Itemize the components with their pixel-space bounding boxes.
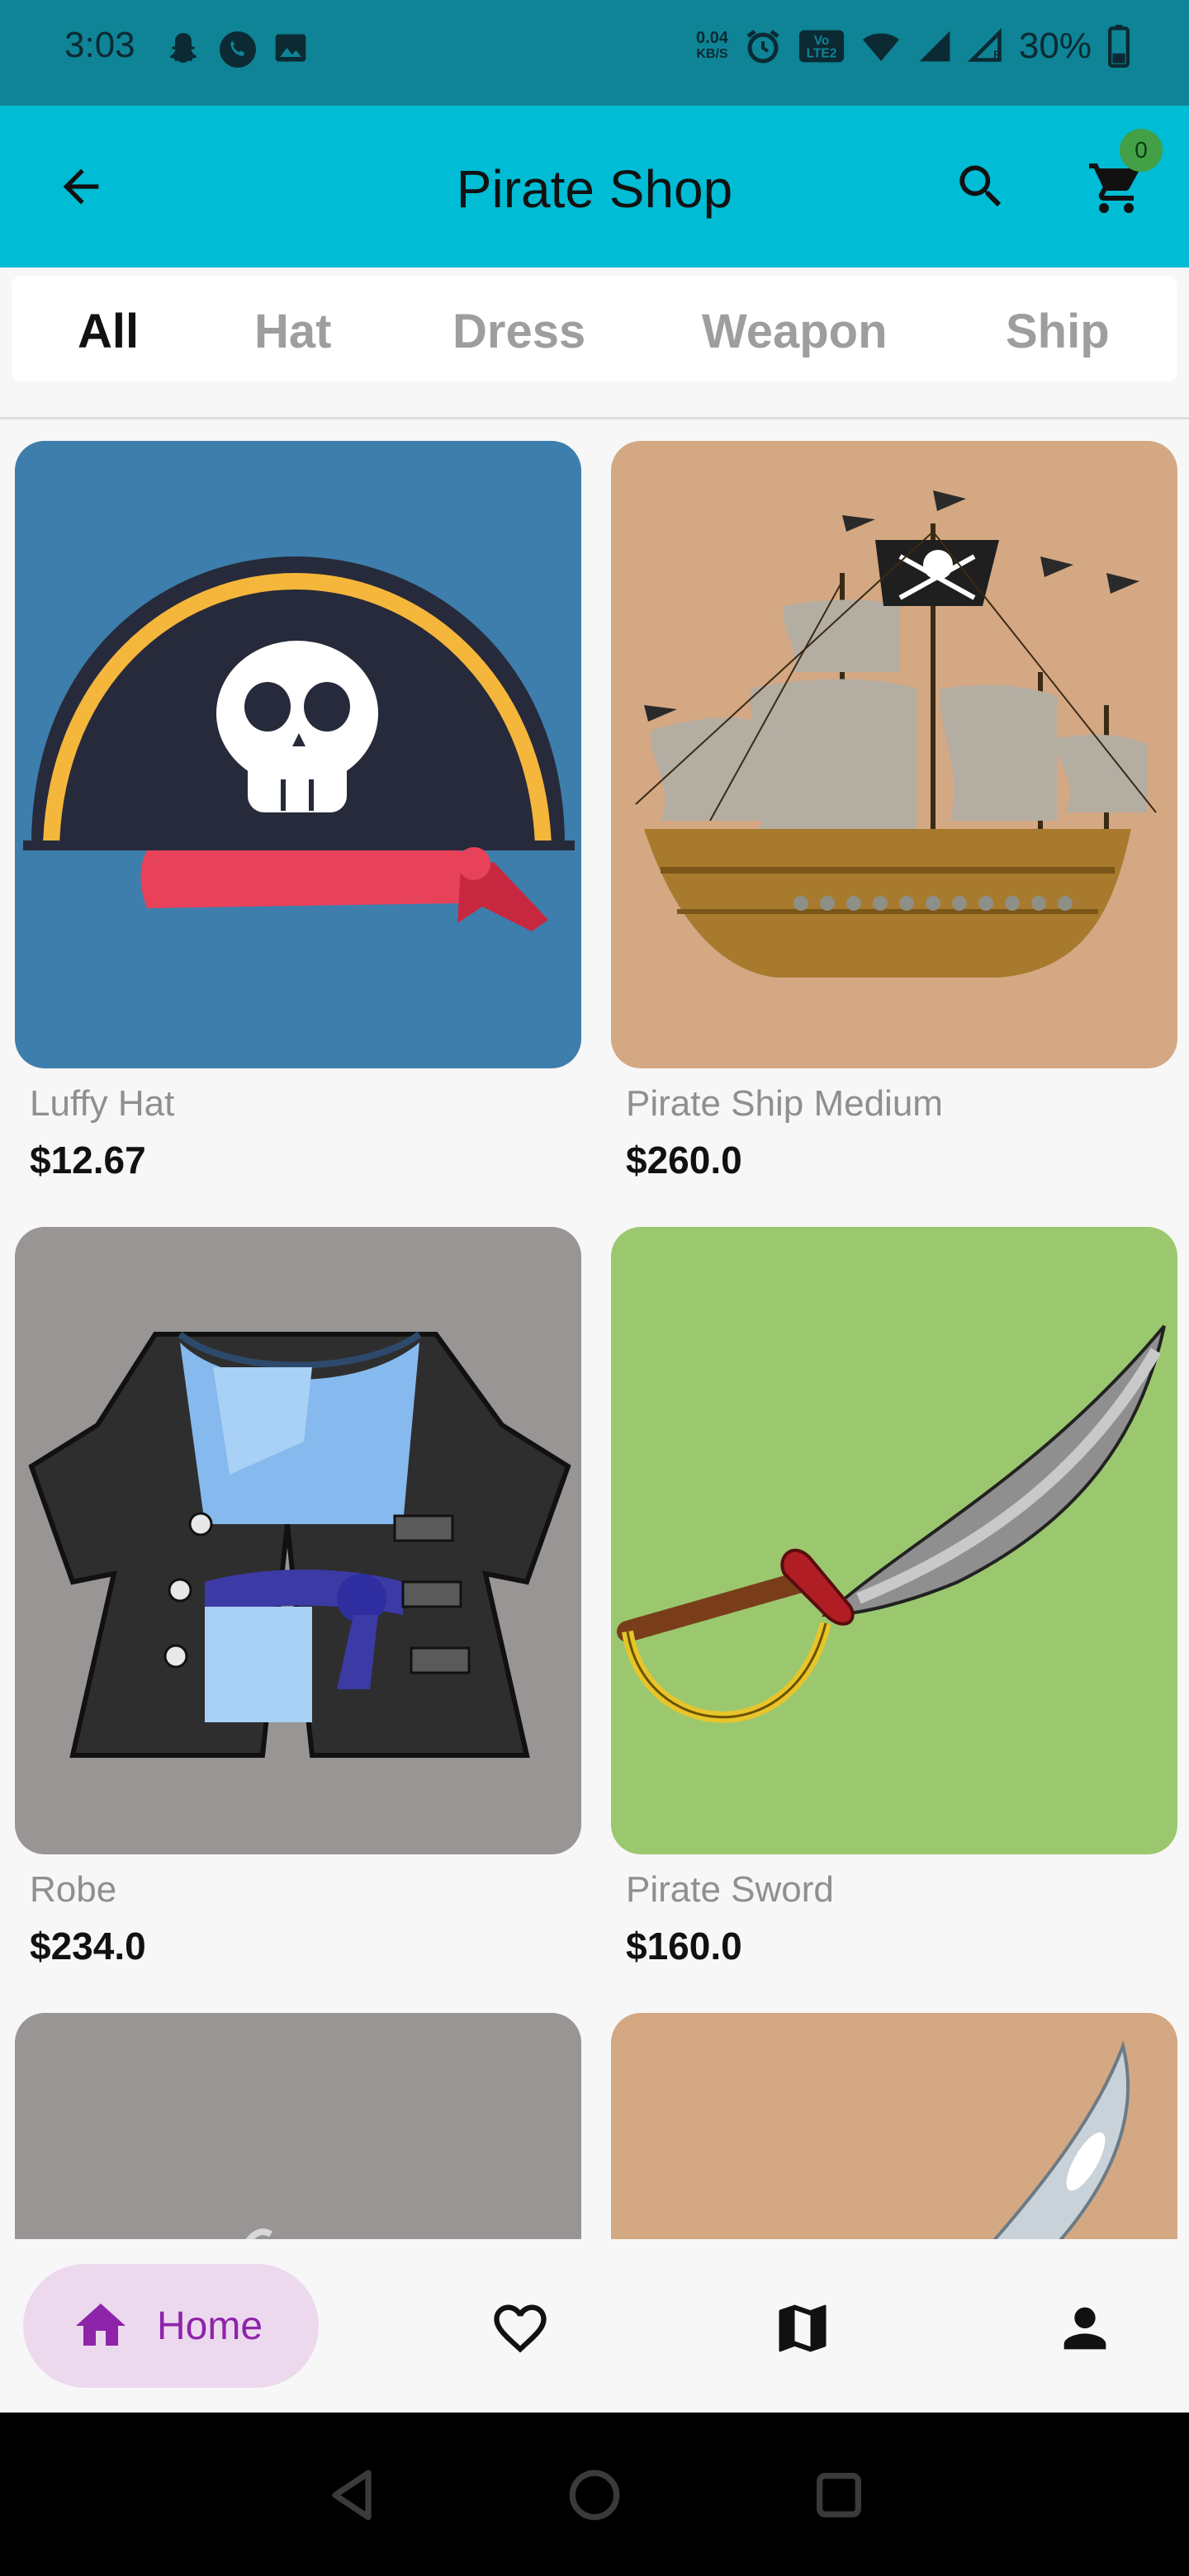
wifi-icon xyxy=(862,33,899,61)
partial-item-icon xyxy=(245,2228,273,2239)
image-icon xyxy=(275,34,306,62)
pirate-hat-icon xyxy=(23,556,575,931)
triangle-back-icon[interactable] xyxy=(319,2462,385,2528)
product-card[interactable] xyxy=(15,2013,581,2239)
nav-home[interactable]: Home xyxy=(23,2264,319,2388)
product-card[interactable] xyxy=(611,2013,1177,2239)
map-icon xyxy=(779,2304,827,2352)
bottom-navigation: Home xyxy=(0,2239,1189,2413)
system-navigation-bar xyxy=(0,2413,1189,2576)
battery-icon xyxy=(1108,25,1130,68)
tab-bar: All Hat Dress Weapon Ship xyxy=(12,276,1177,381)
pirate-coat-image xyxy=(15,1227,581,1854)
partial-blade-icon xyxy=(992,2040,1130,2239)
battery-percent: 30% xyxy=(1018,26,1092,66)
status-right: 0.04 KB/S Vo LTE2 R 30% xyxy=(696,25,1131,68)
pirate-ship-icon xyxy=(635,490,1157,978)
product-card[interactable]: Robe $234.0 xyxy=(15,1227,581,1968)
pirate-ship-image xyxy=(611,441,1177,1068)
heart-icon xyxy=(494,2304,547,2353)
product-name: Luffy Hat xyxy=(30,1083,175,1124)
pirate-sword-icon xyxy=(617,1324,1166,1723)
product-price: $12.67 xyxy=(30,1139,146,1181)
category-tabs: All Hat Dress Weapon Ship xyxy=(0,268,1189,419)
signal-r-icon: R xyxy=(967,27,1002,62)
circle-home-icon[interactable] xyxy=(561,2462,628,2528)
pirate-sword-image xyxy=(611,1227,1177,1854)
nav-profile[interactable] xyxy=(1054,2297,1116,2360)
net-speed: 0.04 KB/S xyxy=(695,29,728,61)
product-price: $160.0 xyxy=(626,1925,742,1968)
product-price: $234.0 xyxy=(30,1925,146,1968)
product-card[interactable]: Pirate Ship Medium $260.0 xyxy=(611,441,1177,1182)
signal-icon xyxy=(919,31,950,62)
tab-hat[interactable]: Hat xyxy=(254,304,331,359)
notification-icons xyxy=(163,30,309,69)
svg-text:LTE2: LTE2 xyxy=(807,47,837,61)
person-icon xyxy=(1063,2307,1106,2350)
product-name: Pirate Sword xyxy=(626,1869,834,1910)
status-time: 3:03 xyxy=(64,25,135,65)
product-price: $260.0 xyxy=(626,1139,742,1181)
partial-item-image xyxy=(15,2013,581,2239)
phone-icon xyxy=(220,31,256,68)
volte-icon: VoLTE2 xyxy=(798,30,844,63)
nav-map[interactable] xyxy=(771,2297,834,2360)
tab-all[interactable]: All xyxy=(78,304,139,359)
product-grid: Luffy Hat $12.67 Pirate Ship Medium $260… xyxy=(0,419,1189,2239)
square-recents-icon[interactable] xyxy=(806,2462,872,2528)
product-name: Robe xyxy=(30,1869,117,1910)
alarm-icon xyxy=(746,30,779,64)
svg-text:R: R xyxy=(993,49,1001,61)
product-name: Pirate Ship Medium xyxy=(626,1083,943,1124)
home-icon xyxy=(76,2304,126,2346)
tab-dress[interactable]: Dress xyxy=(452,304,585,359)
app-bar: Pirate Shop xyxy=(0,106,1189,268)
tab-weapon[interactable]: Weapon xyxy=(702,304,888,359)
partial-blade-image xyxy=(611,2013,1177,2239)
search-icon xyxy=(959,165,1002,207)
nav-favorites[interactable] xyxy=(489,2297,552,2360)
pirate-coat-icon xyxy=(28,1331,571,1758)
nav-home-label: Home xyxy=(157,2304,263,2348)
snapchat-icon xyxy=(170,33,197,63)
product-card[interactable]: Pirate Sword $160.0 xyxy=(611,1227,1177,1968)
pirate-hat-image xyxy=(15,441,581,1068)
search-button[interactable] xyxy=(950,155,1012,218)
status-bar: 3:03 0.04 KB/S Vo LTE2 R 30% xyxy=(0,0,1189,106)
product-card[interactable]: Luffy Hat $12.67 xyxy=(15,441,581,1182)
tab-ship[interactable]: Ship xyxy=(1006,304,1110,359)
cart-count-badge: 0 xyxy=(1120,129,1163,172)
